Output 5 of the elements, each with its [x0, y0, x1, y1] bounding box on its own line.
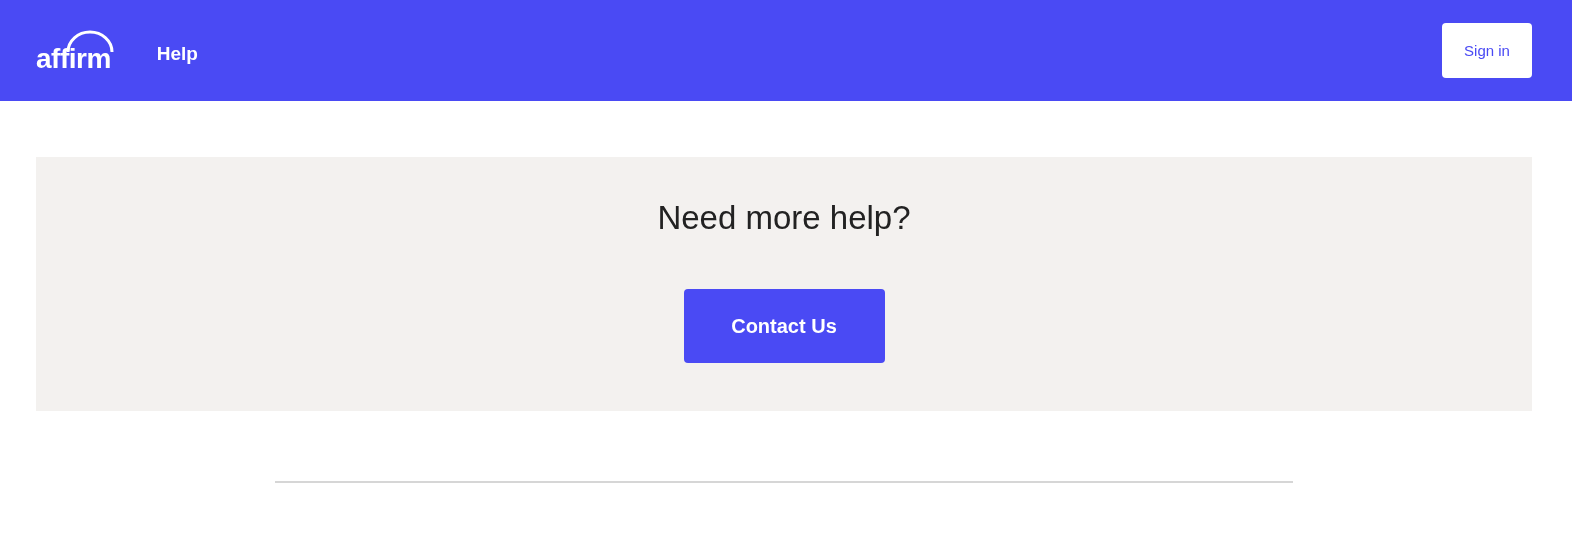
panel-title: Need more help? [657, 199, 911, 237]
help-link[interactable]: Help [156, 42, 198, 65]
logo[interactable]: affirm [36, 30, 111, 73]
sign-in-button[interactable]: Sign in [1442, 23, 1532, 78]
contact-button[interactable]: Contact Us [683, 289, 885, 363]
